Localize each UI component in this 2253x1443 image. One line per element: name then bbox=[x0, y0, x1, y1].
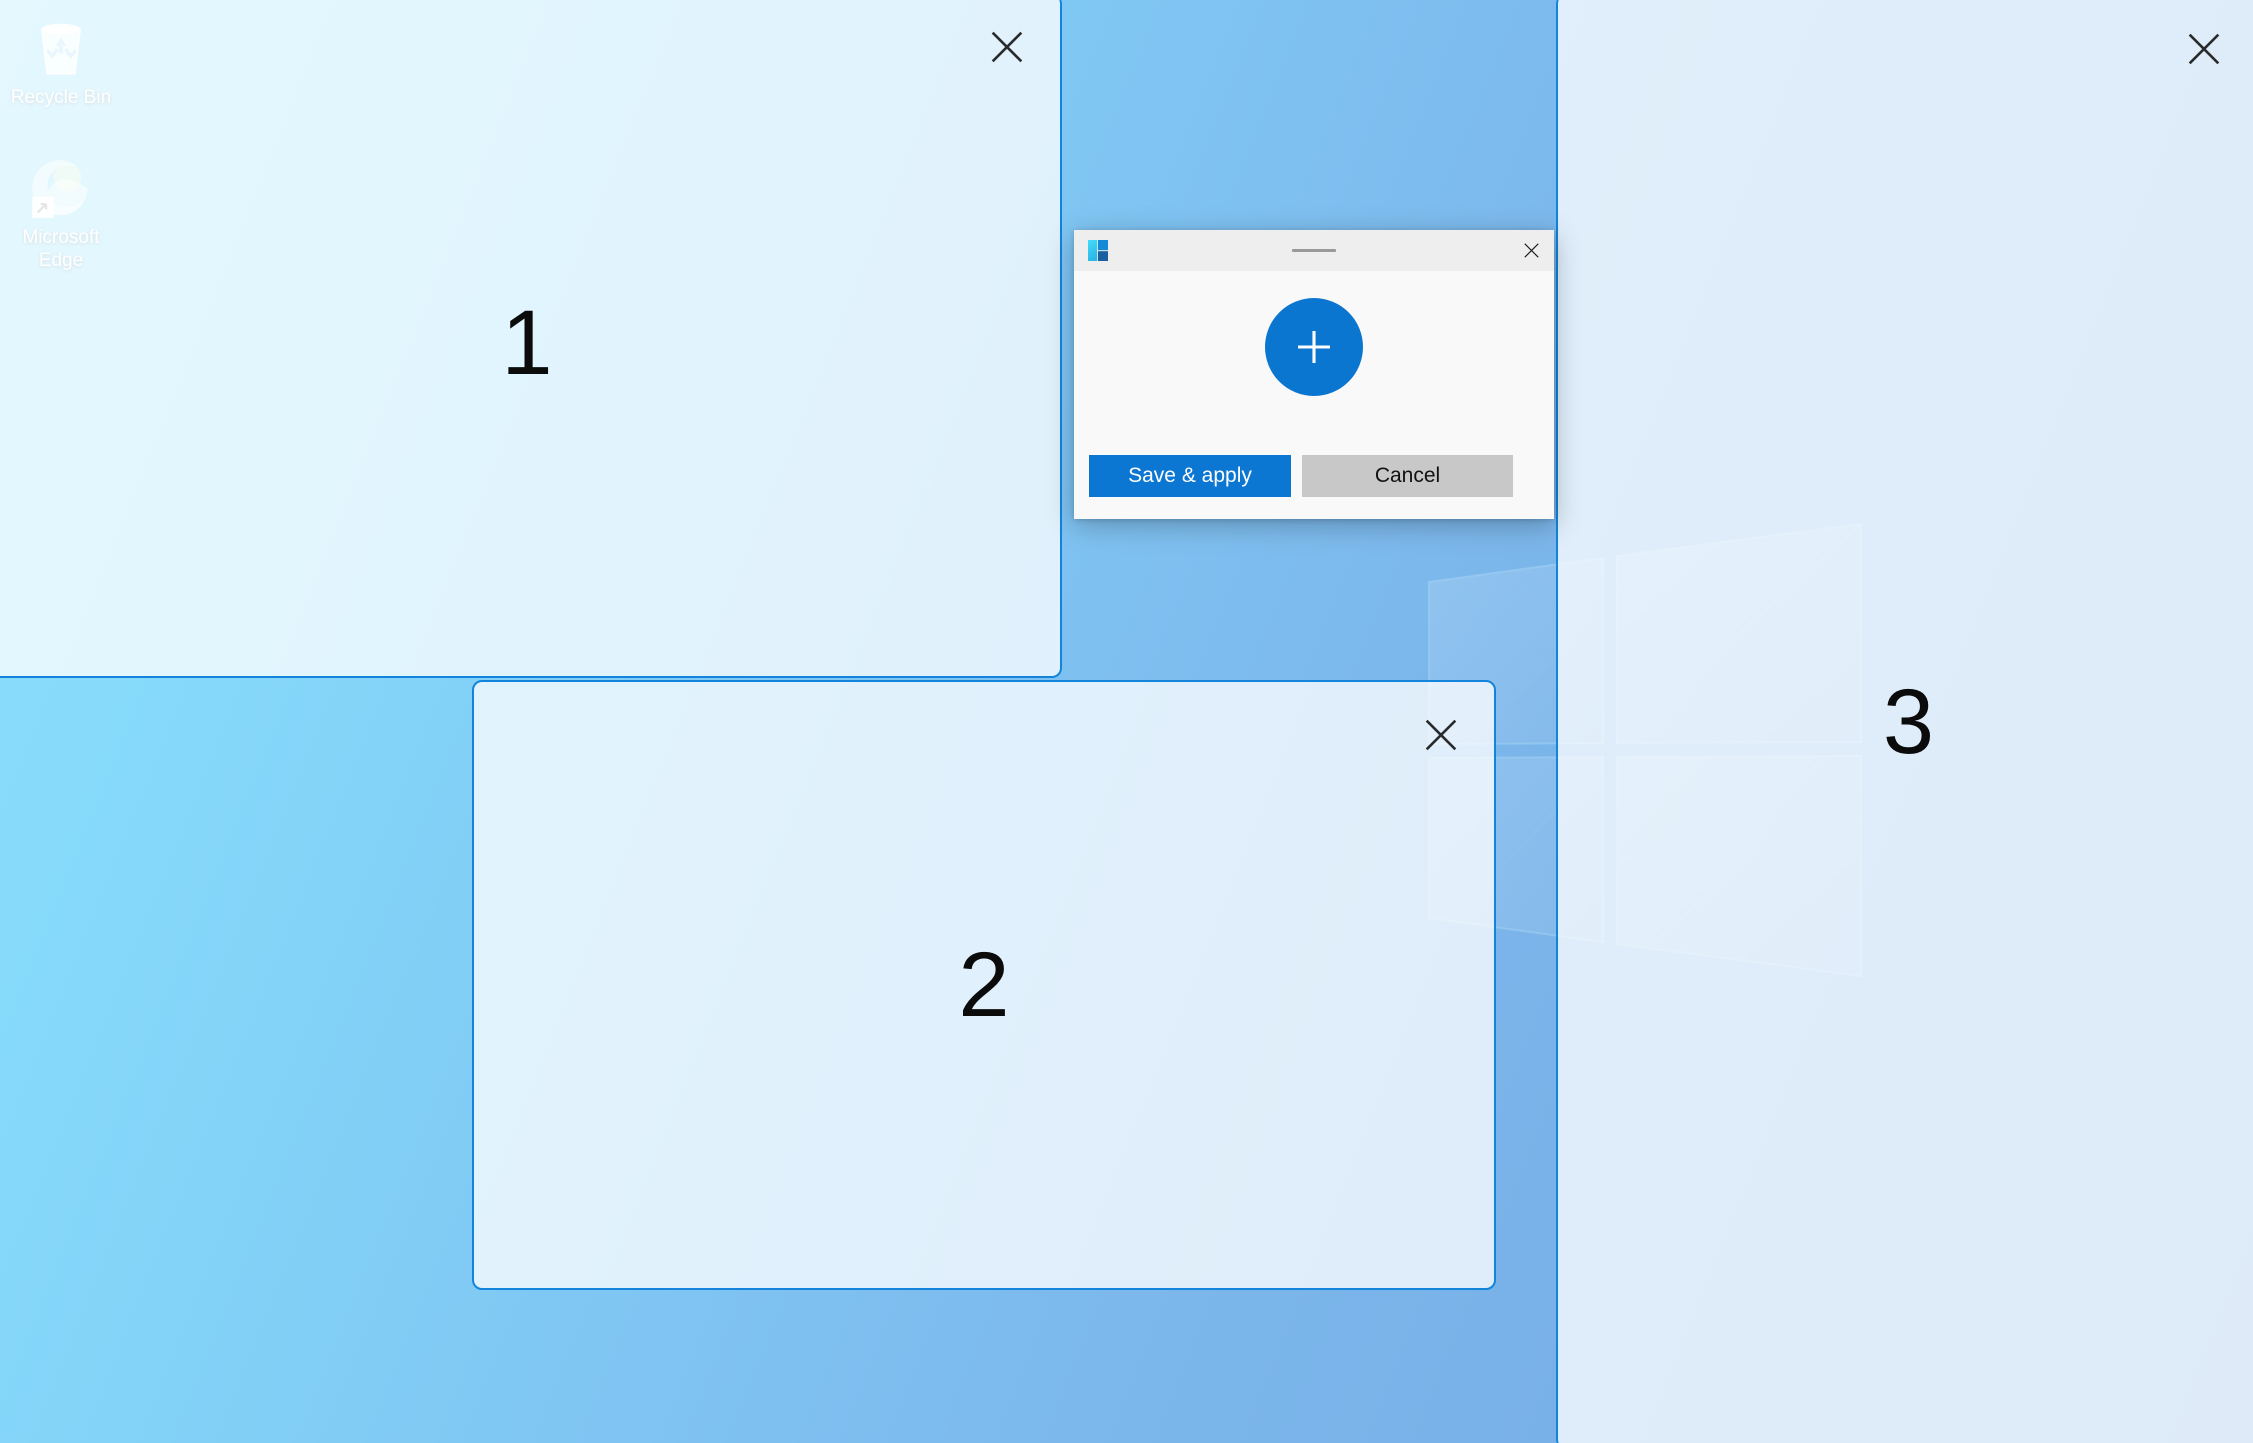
dialog-titlebar[interactable] bbox=[1074, 230, 1554, 271]
zone-number-label: 3 bbox=[1882, 670, 1935, 773]
cancel-button[interactable]: Cancel bbox=[1302, 455, 1513, 497]
canvas-zone-3[interactable]: 3 bbox=[1556, 0, 2253, 1443]
canvas-layout-editor-dialog: Save & apply Cancel bbox=[1074, 230, 1554, 519]
canvas-zone-1[interactable]: 1 bbox=[0, 0, 1062, 678]
dialog-action-row: Save & apply Cancel bbox=[1089, 455, 1539, 497]
close-icon[interactable] bbox=[1508, 230, 1554, 271]
zone-number-label: 1 bbox=[501, 292, 553, 394]
fancyzones-icon bbox=[1088, 240, 1108, 261]
desktop-background: Recycle Bin Microsoft Edge 1 2 3 bbox=[0, 0, 2253, 1443]
close-icon[interactable] bbox=[984, 24, 1030, 70]
plus-icon bbox=[1298, 331, 1330, 363]
save-and-apply-button[interactable]: Save & apply bbox=[1089, 455, 1291, 497]
close-icon[interactable] bbox=[1418, 712, 1464, 758]
drag-handle[interactable] bbox=[1292, 249, 1336, 252]
zone-number-label: 2 bbox=[958, 934, 1010, 1036]
add-zone-button[interactable] bbox=[1265, 298, 1363, 396]
dialog-body: Save & apply Cancel bbox=[1074, 271, 1554, 519]
canvas-zone-2[interactable]: 2 bbox=[472, 680, 1496, 1290]
close-icon[interactable] bbox=[2181, 26, 2227, 72]
